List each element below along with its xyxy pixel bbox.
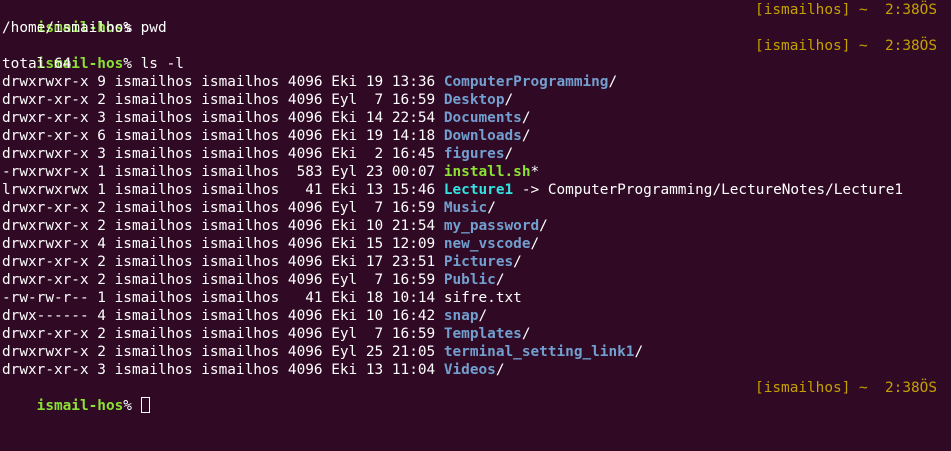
right-prompt-time: ~ 2:38ÖS: [850, 38, 937, 54]
listing-row: drwxr-xr-x 2 ismailhos ismailhos 4096 Ey…: [0, 199, 951, 217]
listing-suffix: /: [608, 74, 618, 90]
listing-name: Desktop: [443, 92, 505, 108]
listing-suffix: /: [478, 308, 488, 324]
listing-suffix: /: [521, 326, 531, 342]
right-prompt-user: ismailhos: [763, 38, 842, 54]
listing-meta: lrwxrwxrwx 1 ismailhos ismailhos 41 Eki …: [2, 182, 444, 198]
listing-name: sifre.txt: [443, 290, 522, 306]
listing-suffix: /: [634, 344, 644, 360]
listing-meta: drwxrwxr-x 4 ismailhos ismailhos 4096 Ek…: [2, 236, 444, 252]
listing-suffix: /: [521, 110, 531, 126]
listing-row: lrwxrwxrwx 1 ismailhos ismailhos 41 Eki …: [0, 181, 951, 199]
listing-name: new_vscode: [443, 236, 531, 252]
listing-row: drwxr-xr-x 2 ismailhos ismailhos 4096 Ek…: [0, 253, 951, 271]
listing-meta: drwxr-xr-x 3 ismailhos ismailhos 4096 Ek…: [2, 362, 444, 378]
right-prompt-open-bracket: [: [755, 2, 764, 18]
right-prompt: [ismailhos] ~ 2:38ÖS: [755, 37, 937, 55]
listing-name: snap: [443, 308, 479, 324]
listing-name: Lecture1: [443, 182, 514, 198]
right-prompt-user: ismailhos: [763, 2, 842, 18]
listing-meta: -rwxrwxr-x 1 ismailhos ismailhos 583 Eyl…: [2, 164, 444, 180]
listing-meta: drwx------ 4 ismailhos ismailhos 4096 Ek…: [2, 308, 444, 324]
listing-suffix: /: [495, 362, 505, 378]
right-prompt-open-bracket: [: [755, 380, 764, 396]
listing-row: drwxrwxr-x 2 ismailhos ismailhos 4096 Ey…: [0, 343, 951, 361]
listing-row: drwxr-xr-x 2 ismailhos ismailhos 4096 Ey…: [0, 91, 951, 109]
listing-suffix: /: [504, 92, 514, 108]
listing-name: Public: [443, 272, 496, 288]
listing-name: Downloads: [443, 128, 522, 144]
listing-row: drwxr-xr-x 3 ismailhos ismailhos 4096 Ek…: [0, 109, 951, 127]
listing-name: Documents: [443, 110, 522, 126]
listing-suffix: -> ComputerProgramming/LectureNotes/Lect…: [513, 182, 904, 198]
terminal-window[interactable]: ismail-hos% pwd [ismailhos] ~ 2:38ÖS /ho…: [0, 0, 951, 414]
listing-meta: drwxr-xr-x 2 ismailhos ismailhos 4096 Ey…: [2, 326, 444, 342]
right-prompt-open-bracket: [: [755, 38, 764, 54]
listing-row: -rw-rw-r-- 1 ismailhos ismailhos 41 Eki …: [0, 289, 951, 307]
listing-meta: drwxrwxr-x 3 ismailhos ismailhos 4096 Ek…: [2, 146, 444, 162]
listing-name: Pictures: [443, 254, 514, 270]
listing-name: figures: [443, 146, 505, 162]
listing-suffix: /: [530, 236, 540, 252]
listing-meta: -rw-rw-r-- 1 ismailhos ismailhos 41 Eki …: [2, 290, 444, 306]
listing-meta: drwxr-xr-x 6 ismailhos ismailhos 4096 Ek…: [2, 128, 444, 144]
listing-row: drwxrwxr-x 3 ismailhos ismailhos 4096 Ek…: [0, 145, 951, 163]
listing-suffix: /: [539, 218, 548, 234]
listing-suffix: *: [530, 164, 540, 180]
listing-meta: drwxrwxr-x 2 ismailhos ismailhos 4096 Ek…: [2, 218, 444, 234]
output-text: total 64: [2, 56, 72, 72]
listing-row: drwxr-xr-x 6 ismailhos ismailhos 4096 Ek…: [0, 127, 951, 145]
listing-meta: drwxr-xr-x 2 ismailhos ismailhos 4096 Ek…: [2, 254, 444, 270]
listing-name: install.sh: [443, 164, 531, 180]
listing-meta: drwxrwxr-x 9 ismailhos ismailhos 4096 Ek…: [2, 74, 444, 90]
listing-row: -rwxrwxr-x 1 ismailhos ismailhos 583 Eyl…: [0, 163, 951, 181]
listing-row: drwxrwxr-x 4 ismailhos ismailhos 4096 Ek…: [0, 235, 951, 253]
listing-suffix: /: [504, 146, 514, 162]
right-prompt: [ismailhos] ~ 2:38ÖS: [755, 379, 937, 397]
right-prompt: [ismailhos] ~ 2:38ÖS: [755, 1, 937, 19]
listing-name: Videos: [443, 362, 496, 378]
listing-row: drwxr-xr-x 2 ismailhos ismailhos 4096 Ey…: [0, 271, 951, 289]
prompt-line: ismail-hos% ls -l [ismailhos] ~ 2:38ÖS: [0, 37, 951, 72]
right-prompt-time: ~ 2:38ÖS: [850, 2, 937, 18]
listing-row: drwxr-xr-x 3 ismailhos ismailhos 4096 Ek…: [0, 361, 951, 379]
listing-meta: drwxr-xr-x 3 ismailhos ismailhos 4096 Ek…: [2, 110, 444, 126]
right-prompt-user: ismailhos: [763, 380, 842, 396]
listing-meta: drwxr-xr-x 2 ismailhos ismailhos 4096 Ey…: [2, 92, 444, 108]
listing-name: Music: [443, 200, 488, 216]
output-line: total 64: [0, 55, 951, 73]
listing-suffix: /: [521, 128, 531, 144]
right-prompt-time: ~ 2:38ÖS: [850, 380, 937, 396]
listing: drwxrwxr-x 9 ismailhos ismailhos 4096 Ek…: [0, 73, 951, 379]
listing-suffix: /: [513, 254, 522, 270]
listing-meta: drwxr-xr-x 2 ismailhos ismailhos 4096 Ey…: [2, 200, 444, 216]
listing-name: ComputerProgramming: [443, 74, 609, 90]
text-cursor[interactable]: [140, 397, 150, 413]
listing-name: terminal_setting_link1: [443, 344, 635, 360]
listing-name: Templates: [443, 326, 522, 342]
listing-meta: drwxrwxr-x 2 ismailhos ismailhos 4096 Ey…: [2, 344, 444, 360]
prompt-line: ismail-hos% pwd [ismailhos] ~ 2:38ÖS: [0, 1, 951, 36]
output-text: /home/ismailhos: [2, 20, 132, 36]
listing-row: drwx------ 4 ismailhos ismailhos 4096 Ek…: [0, 307, 951, 325]
active-prompt-line[interactable]: ismail-hos% [ismailhos] ~ 2:38ÖS: [0, 379, 951, 414]
listing-row: drwxrwxr-x 9 ismailhos ismailhos 4096 Ek…: [0, 73, 951, 91]
output-line: /home/ismailhos: [0, 19, 951, 37]
listing-meta: drwxr-xr-x 2 ismailhos ismailhos 4096 Ey…: [2, 272, 444, 288]
listing-row: drwxrwxr-x 2 ismailhos ismailhos 4096 Ek…: [0, 217, 951, 235]
listing-suffix: /: [495, 272, 505, 288]
listing-suffix: /: [487, 200, 496, 216]
listing-name: my_password: [443, 218, 540, 234]
listing-row: drwxr-xr-x 2 ismailhos ismailhos 4096 Ey…: [0, 325, 951, 343]
